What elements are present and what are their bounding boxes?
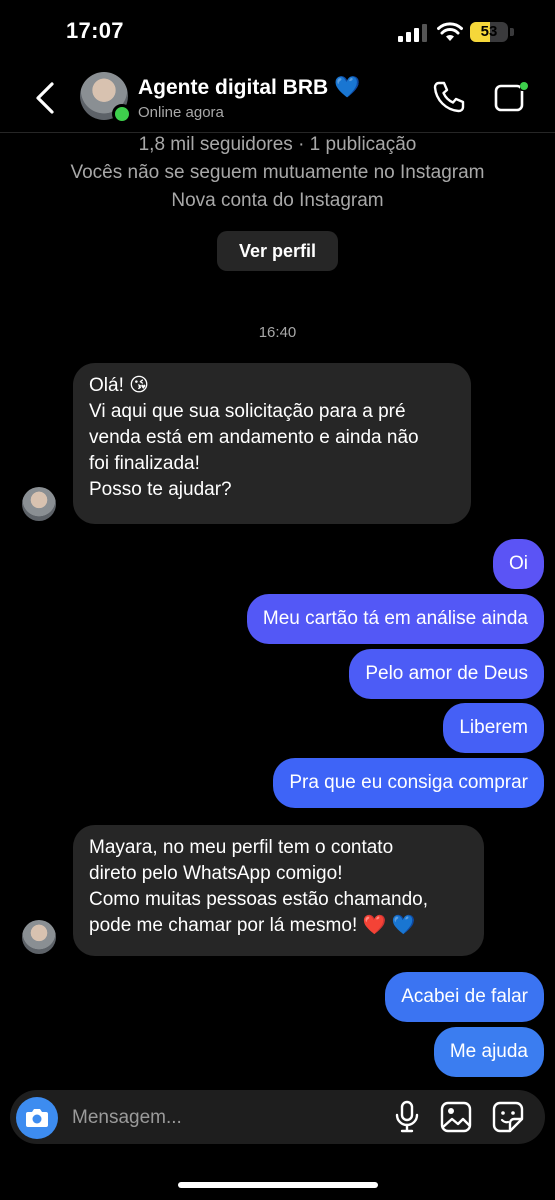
sender-avatar[interactable]: [22, 487, 56, 521]
chevron-left-icon[interactable]: [30, 80, 60, 116]
incoming-message[interactable]: Olá! 😘 Vi aqui que sua solicitação para …: [73, 363, 471, 524]
gallery-icon[interactable]: [440, 1101, 472, 1133]
view-profile-button[interactable]: Ver perfil: [217, 231, 338, 271]
message-line: Posso te ajudar?: [89, 479, 232, 500]
message-line: Mayara, no meu perfil tem o contato: [89, 837, 394, 858]
camera-icon: [26, 1109, 48, 1127]
mutual-follow-info: Vocês não se seguem mutuamente no Instag…: [70, 162, 485, 183]
message-line: direto pelo WhatsApp comigo!: [89, 863, 343, 884]
battery-level: 53: [480, 23, 498, 40]
message-line: venda está em andamento e ainda não: [89, 427, 419, 448]
camera-button[interactable]: [16, 1097, 58, 1139]
incoming-message[interactable]: Mayara, no meu perfil tem o contato dire…: [73, 825, 484, 956]
online-indicator: [112, 104, 132, 124]
cellular-signal-icon: [398, 24, 427, 42]
contact-name: Agente digital BRB: [138, 76, 329, 99]
message-line: pode me chamar por lá mesmo! ❤️ 💙: [89, 915, 416, 936]
outgoing-message[interactable]: Oi: [493, 539, 544, 589]
status-time: 17:07: [66, 18, 124, 43]
presence-status: Online agora: [138, 104, 224, 121]
outgoing-message[interactable]: Liberem: [443, 703, 544, 753]
video-icon[interactable]: [494, 80, 530, 114]
message-line: Vi aqui que sua solicitação para a pré: [89, 401, 406, 422]
sticker-icon[interactable]: [492, 1101, 524, 1133]
outgoing-message[interactable]: Acabei de falar: [385, 972, 544, 1022]
outgoing-message[interactable]: Me ajuda: [433, 1027, 544, 1077]
new-account-info: Nova conta do Instagram: [171, 190, 384, 211]
chat-timestamp: 16:40: [258, 324, 297, 341]
sender-avatar[interactable]: [22, 920, 56, 954]
outgoing-message[interactable]: Pra que eu consiga comprar: [273, 758, 544, 808]
message-input[interactable]: [72, 1103, 372, 1133]
outgoing-message[interactable]: Meu cartão tá em análise ainda: [246, 594, 544, 644]
message-line: Olá! 😘: [89, 375, 149, 396]
blue-heart-emoji: 💙: [334, 76, 361, 99]
wifi-icon: [437, 22, 463, 41]
home-indicator[interactable]: [178, 1182, 378, 1188]
outgoing-message[interactable]: Pelo amor de Deus: [349, 649, 544, 699]
battery-icon: 53: [470, 22, 516, 44]
phone-icon[interactable]: [432, 80, 466, 114]
message-line: Como muitas pessoas estão chamando,: [89, 889, 429, 910]
message-line: foi finalizada!: [89, 453, 200, 474]
microphone-icon[interactable]: [394, 1100, 420, 1134]
header-divider: [0, 132, 555, 133]
followers-info: 1,8 mil seguidores · 1 publicação: [138, 134, 417, 155]
contact-name-row[interactable]: Agente digital BRB 💙: [138, 76, 360, 100]
